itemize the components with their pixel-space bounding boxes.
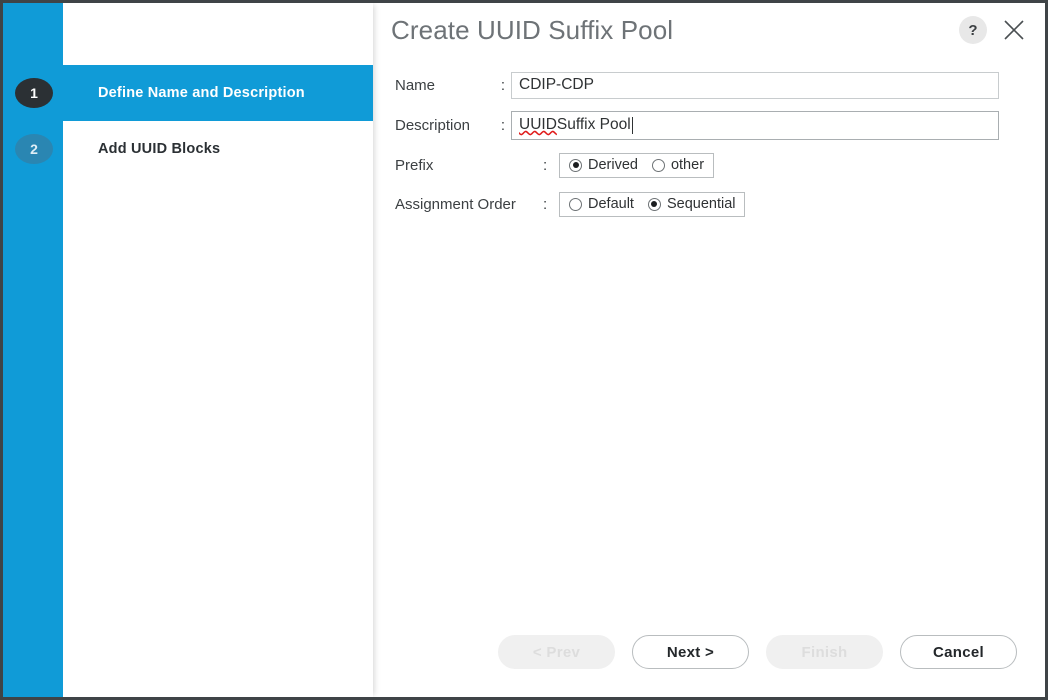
assignment-order-option-sequential[interactable]: Sequential xyxy=(647,196,736,212)
step-number-badge-2: 2 xyxy=(15,134,53,164)
prefix-radio-group: Derived other xyxy=(559,152,715,178)
description-label: Description xyxy=(395,116,471,134)
step-number-2: 2 xyxy=(30,141,38,157)
page-title: Create UUID Suffix Pool xyxy=(391,14,674,45)
wizard-step-define-name-and-description[interactable]: 1 Define Name and Description xyxy=(3,65,373,121)
prefix-option-derived-label: Derived xyxy=(588,157,638,173)
form-area: Name : CDIP-CDP Description : UUID Suffi… xyxy=(373,57,1045,619)
prefix-option-other[interactable]: other xyxy=(651,157,705,173)
assignment-order-option-default[interactable]: Default xyxy=(569,196,634,212)
name-label: Name xyxy=(395,76,436,94)
dialog-footer: < Prev Next > Finish Cancel xyxy=(373,619,1045,697)
prev-button: < Prev xyxy=(498,635,615,669)
dialog-header: Create UUID Suffix Pool ? xyxy=(373,3,1045,57)
header-actions: ? xyxy=(959,16,1027,44)
description-value-rest: Suffix Pool xyxy=(556,116,631,133)
form-row-prefix: Prefix : Derived other xyxy=(395,151,999,179)
cancel-button[interactable]: Cancel xyxy=(900,635,1017,669)
assignment-order-label: Assignment Order xyxy=(395,195,516,213)
radio-selected-icon xyxy=(569,158,582,172)
description-separator: : xyxy=(500,116,506,134)
radio-unselected-icon xyxy=(651,158,665,172)
text-caret xyxy=(631,116,633,134)
assignment-order-option-sequential-label: Sequential xyxy=(666,196,736,212)
wizard-panel: 1 Define Name and Description 2 Add UUID… xyxy=(3,3,373,697)
next-button[interactable]: Next > xyxy=(632,635,749,669)
prefix-label: Prefix xyxy=(395,156,434,174)
create-uuid-suffix-pool-dialog: 1 Define Name and Description 2 Add UUID… xyxy=(0,0,1048,700)
step-number-1: 1 xyxy=(30,85,38,101)
close-icon[interactable] xyxy=(1001,17,1027,43)
wizard-step-list: 1 Define Name and Description 2 Add UUID… xyxy=(3,65,373,177)
radio-unselected-icon xyxy=(569,197,582,211)
prefix-option-other-label: other xyxy=(670,157,705,173)
name-input[interactable]: CDIP-CDP xyxy=(511,71,999,99)
name-input-value: CDIP-CDP xyxy=(519,76,594,93)
radio-selected-icon xyxy=(647,197,661,211)
help-icon[interactable]: ? xyxy=(959,16,987,44)
wizard-step-add-uuid-blocks[interactable]: 2 Add UUID Blocks xyxy=(3,121,373,177)
assignment-order-option-default-label: Default xyxy=(588,196,634,212)
assignment-order-separator: : xyxy=(543,195,548,213)
finish-button: Finish xyxy=(766,635,883,669)
form-row-name: Name : CDIP-CDP xyxy=(395,71,999,99)
description-misspelled-word: UUID xyxy=(519,116,557,133)
assignment-order-radio-group: Default Sequential xyxy=(559,191,746,217)
prefix-option-derived[interactable]: Derived xyxy=(569,157,638,173)
form-row-assignment-order: Assignment Order : Default Sequential xyxy=(395,190,999,218)
step-number-badge-1: 1 xyxy=(15,78,53,108)
name-separator: : xyxy=(500,76,506,94)
content-panel: Create UUID Suffix Pool ? Name : CDIP-CD… xyxy=(373,3,1045,697)
form-row-description: Description : UUID Suffix Pool xyxy=(395,110,999,140)
wizard-step-label-2: Add UUID Blocks xyxy=(98,141,221,157)
prefix-separator: : xyxy=(543,156,548,174)
wizard-step-label-1: Define Name and Description xyxy=(98,85,305,101)
description-input[interactable]: UUID Suffix Pool xyxy=(511,110,999,140)
